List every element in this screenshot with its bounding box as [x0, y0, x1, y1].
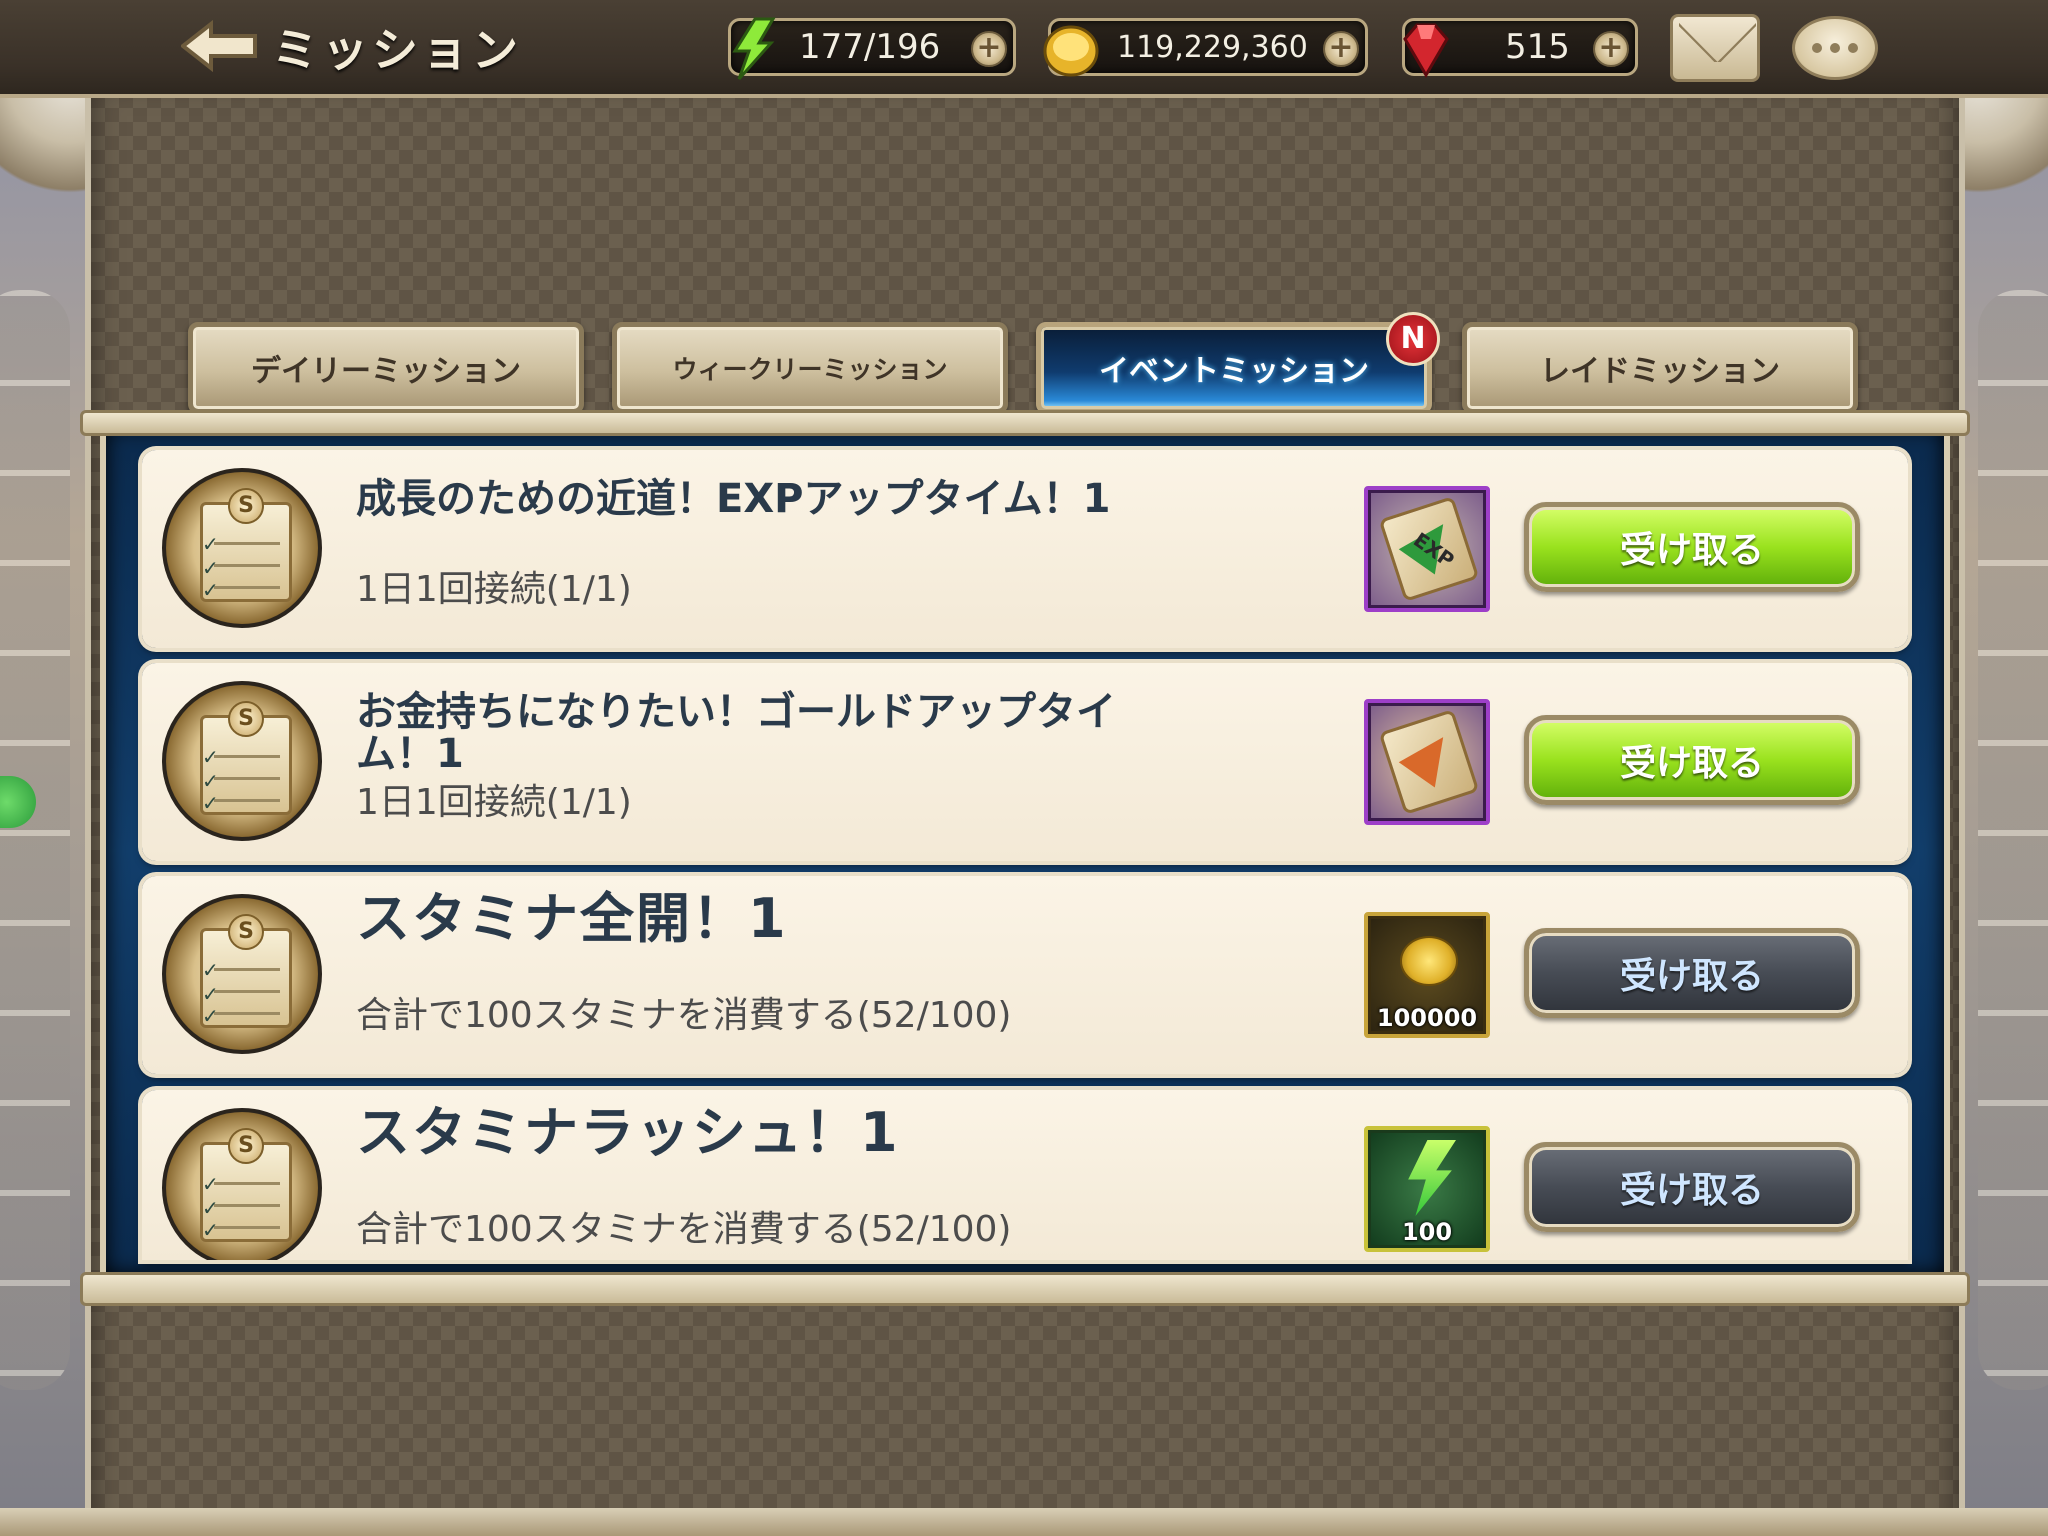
add-gems-button[interactable]: + [1593, 31, 1629, 67]
claim-button[interactable]: 受け取る [1524, 502, 1860, 592]
claim-button[interactable]: 受け取る [1524, 715, 1860, 805]
mission-scroll-icon: S ✓ ✓ ✓ [162, 681, 322, 841]
claim-button[interactable]: 受け取る [1524, 928, 1860, 1018]
tab-event-mission[interactable]: イベントミッション [1036, 322, 1432, 414]
gem-counter: 515 + [1402, 18, 1638, 78]
mission-row: S ✓ ✓ ✓ 成長のための近道！EXPアップタイム！1 1日1回接続(1/1) E… [142, 450, 1908, 648]
mission-row: S ✓ ✓ ✓ スタミナラッシュ！1 合計で100スタミナを消費する(52/100)… [142, 1090, 1908, 1260]
mission-scroll-icon: S ✓ ✓ ✓ [162, 1108, 322, 1260]
side-ornament-left [0, 290, 70, 1390]
bottom-rail [0, 1508, 2048, 1536]
page-title: ミッション [272, 23, 522, 77]
mail-button[interactable] [1670, 14, 1760, 82]
claim-button[interactable]: 受け取る [1524, 1142, 1860, 1232]
reward-quantity: 100 [1401, 1218, 1453, 1246]
mission-progress: 合計で100スタミナを消費する(52/100) [356, 995, 1012, 1036]
chat-button[interactable] [1792, 16, 1878, 80]
tab-weekly-mission[interactable]: ウィークリーミッション [612, 322, 1008, 414]
lightning-icon [732, 17, 776, 80]
mission-row: S ✓ ✓ ✓ スタミナ全開！1 合計で100スタミナを消費する(52/100) 1… [142, 876, 1908, 1074]
add-gold-button[interactable]: + [1323, 31, 1359, 67]
mission-scroll-icon: S ✓ ✓ ✓ [162, 894, 322, 1054]
reward-gold-scroll [1364, 699, 1490, 825]
reward-gold: 100000 [1364, 912, 1490, 1038]
game-screen: ミッション 177/196 + 119,229,360 + 515 + デイリー… [0, 0, 2048, 1536]
back-arrow-icon [181, 20, 257, 72]
mission-progress: 1日1回接続(1/1) [356, 782, 632, 823]
mission-scroll-icon: S ✓ ✓ ✓ [162, 468, 322, 628]
new-badge: N [1386, 312, 1440, 366]
stamina-counter: 177/196 + [728, 17, 1016, 80]
ruby-icon [1403, 23, 1449, 78]
tab-daily-mission[interactable]: デイリーミッション [188, 322, 584, 414]
mission-row: S ✓ ✓ ✓ お金持ちになりたい！ゴールドアップタイム！1 1日1回接続(1/1)… [142, 663, 1908, 861]
mission-progress: 合計で100スタミナを消費する(52/100) [356, 1209, 1012, 1250]
mission-title: 成長のための近道！EXPアップタイム！1 [356, 476, 1111, 522]
mission-title: お金持ちになりたい！ゴールドアップタイム！1 [356, 689, 1116, 777]
gem-value: 515 [1505, 27, 1570, 67]
stamina-value: 177/196 [799, 27, 941, 67]
back-button[interactable] [180, 18, 260, 74]
list-bottom-border [80, 1272, 1970, 1306]
mission-title: スタミナラッシュ！1 [356, 1101, 900, 1164]
top-bar: ミッション 177/196 + 119,229,360 + 515 + [0, 0, 2048, 98]
lightning-icon [1408, 1140, 1456, 1216]
mission-title: スタミナ全開！1 [356, 887, 788, 950]
reward-stamina: 100 [1364, 1126, 1490, 1252]
reward-exp-scroll: EXP [1364, 486, 1490, 612]
add-stamina-button[interactable]: + [971, 31, 1007, 67]
tab-raid-mission[interactable]: レイドミッション [1462, 322, 1858, 414]
coin-icon [1400, 936, 1458, 986]
mission-progress: 1日1回接続(1/1) [356, 569, 632, 610]
coin-icon [1043, 25, 1099, 77]
gold-counter: 119,229,360 + [1043, 18, 1368, 77]
gold-value: 119,229,360 [1117, 29, 1308, 65]
chat-bubble-icon [1812, 43, 1822, 53]
reward-quantity: 100000 [1376, 1004, 1478, 1032]
side-ornament-right [1978, 290, 2048, 1390]
list-top-border [80, 410, 1970, 436]
